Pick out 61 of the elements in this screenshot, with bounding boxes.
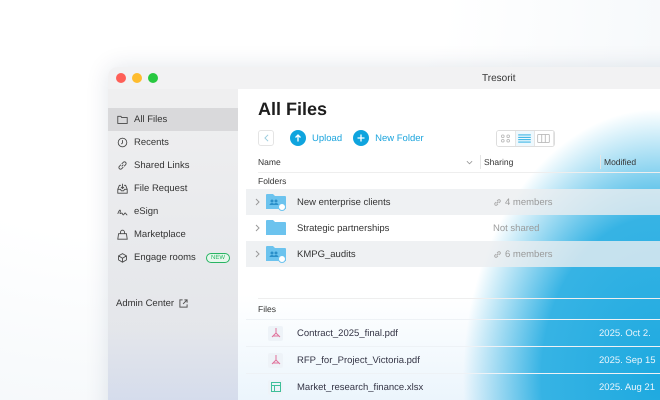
plus-icon — [353, 130, 370, 146]
window-title: Tresorit — [482, 72, 516, 84]
file-name: Market_research_finance.xlsx — [297, 382, 424, 392]
folder-name: New enterprise clients — [297, 196, 392, 208]
folder-row[interactable]: New enterprise clients 4 members — [246, 189, 660, 215]
sidebar-item[interactable]: eSign — [108, 200, 238, 223]
section-label: Files — [258, 298, 660, 319]
chevron-left-icon — [264, 134, 268, 142]
modified-date: 2025. Sep 15 — [599, 354, 655, 366]
bag-icon — [117, 229, 128, 240]
close-button[interactable] — [116, 73, 126, 83]
pdf-file-icon — [268, 326, 283, 340]
file-row[interactable]: Contract_2025_final.pdf 2025. Oct 2. — [246, 319, 660, 346]
file-name: Contract_2025_final.pdf — [297, 328, 399, 338]
column-header[interactable]: Sharing — [480, 155, 600, 169]
chevron-right-icon[interactable] — [255, 198, 260, 206]
chevron-right-icon[interactable] — [255, 224, 260, 232]
admin-center-link[interactable]: Admin Center — [108, 298, 238, 309]
column-header[interactable]: Name — [258, 157, 468, 167]
sidebar-item[interactable]: Marketplace — [108, 223, 238, 246]
upload-icon — [290, 130, 306, 146]
inbox-icon — [117, 183, 128, 194]
back-button[interactable] — [258, 130, 274, 146]
file-row[interactable]: Market_research_finance.xlsx 2025. Aug 21 — [246, 373, 660, 400]
minimize-button[interactable] — [132, 73, 142, 83]
column-header[interactable]: Modified — [600, 155, 636, 169]
columns-view-button[interactable] — [534, 130, 554, 146]
modified-date: 2025. Aug 21 — [599, 382, 655, 392]
folder-name: Strategic partnerships — [297, 222, 390, 234]
folder-row[interactable]: KMPG_audits 6 members — [246, 241, 660, 267]
modified-date: 2025. Oct 2. — [599, 328, 652, 338]
external-link-icon — [179, 299, 188, 308]
link-icon — [117, 160, 128, 171]
page-title: All Files — [258, 99, 328, 121]
sidebar-item[interactable]: All Files — [108, 108, 238, 131]
list-view-button[interactable] — [516, 130, 535, 146]
list-icon — [518, 134, 532, 142]
file-row[interactable]: RFP_for_Project_Victoria.pdf 2025. Sep 15 — [246, 346, 660, 373]
section-label: Folders — [258, 175, 288, 188]
zoom-button[interactable] — [148, 73, 158, 83]
link-icon — [493, 198, 502, 206]
grid-icon — [499, 134, 512, 142]
pdf-file-icon — [268, 352, 283, 368]
clock-icon — [117, 137, 128, 148]
folder-icon — [117, 114, 128, 125]
spreadsheet-file-icon — [268, 380, 283, 394]
folder-name: KMPG_audits — [297, 248, 357, 260]
file-name: RFP_for_Project_Victoria.pdf — [297, 354, 421, 366]
sidebar-item[interactable]: Recents — [108, 131, 238, 154]
chevron-down-icon[interactable] — [466, 160, 473, 164]
folder-row[interactable]: Strategic partnerships Not shared — [246, 215, 660, 241]
columns-icon — [537, 134, 550, 142]
sharing-status: 4 members — [493, 196, 613, 208]
sidebar-item[interactable]: Shared Links — [108, 154, 238, 177]
grid-view-button[interactable] — [496, 130, 516, 146]
sharing-status: 6 members — [493, 248, 613, 260]
cube-icon — [117, 252, 128, 263]
link-icon — [493, 250, 502, 258]
chevron-right-icon[interactable] — [255, 250, 260, 258]
sidebar-item[interactable]: File Request — [108, 177, 238, 200]
sharing-status: Not shared — [493, 222, 540, 234]
